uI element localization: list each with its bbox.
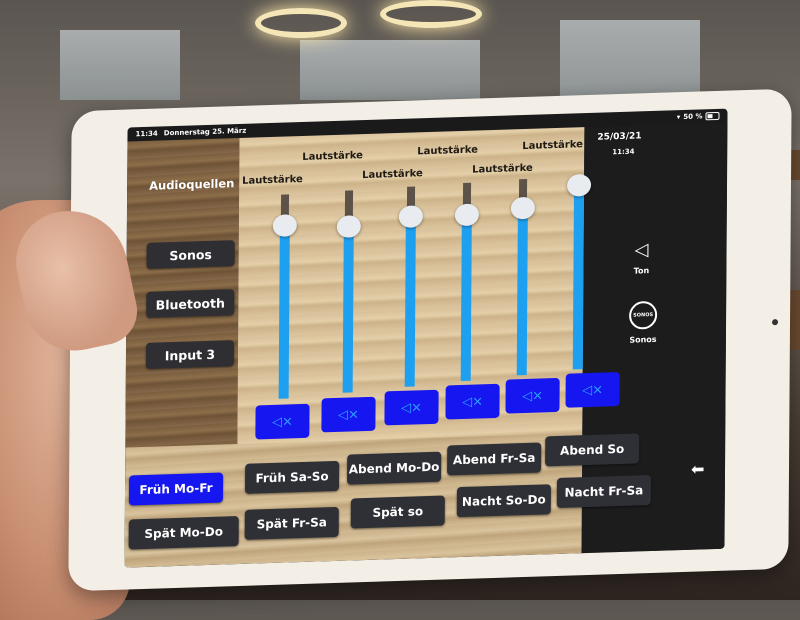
volume-slider[interactable] xyxy=(510,178,535,376)
volume-label: Lautstärke xyxy=(242,173,303,187)
background-window xyxy=(60,30,180,100)
preset-nacht-so-do[interactable]: Nacht So-Do xyxy=(456,484,551,518)
volume-slider[interactable] xyxy=(272,194,297,399)
sidebar-item-sonos[interactable]: SONOS Sonos xyxy=(618,300,668,346)
mute-button[interactable]: ◁× xyxy=(384,389,439,426)
wifi-icon: ▾ xyxy=(676,113,681,122)
slider-fill xyxy=(278,224,290,399)
sidebar-label: Ton xyxy=(633,266,650,276)
sources-heading: Audioquellen xyxy=(149,176,235,193)
status-date: Donnerstag 25. März xyxy=(163,126,247,138)
preset-abend-fr-sa[interactable]: Abend Fr-Sa xyxy=(447,442,542,476)
volume-label: Lautstärke xyxy=(472,162,533,176)
sidebar-item-ton[interactable]: ◁ Ton xyxy=(616,239,666,277)
speaker-mute-icon: ◁× xyxy=(401,399,423,416)
status-time: 11:34 xyxy=(135,129,158,139)
ceiling-lamp xyxy=(380,0,482,28)
slider-fill xyxy=(516,208,528,376)
source-bluetooth-button[interactable]: Bluetooth xyxy=(146,289,235,318)
header-time: 11:34 xyxy=(612,147,635,157)
source-input3-button[interactable]: Input 3 xyxy=(145,340,235,369)
back-arrow-icon[interactable]: ⬅ xyxy=(691,459,705,478)
volume-label: Lautstärke xyxy=(362,168,423,182)
battery-percent: 50 % xyxy=(683,112,703,122)
preset-abend-so[interactable]: Abend So xyxy=(545,433,640,467)
preset-frueh-sa-so[interactable]: Früh Sa-So xyxy=(244,460,340,494)
slider-fill xyxy=(460,214,472,382)
source-sonos-button[interactable]: Sonos xyxy=(146,240,235,269)
volume-label: Lautstärke xyxy=(302,150,363,164)
mute-button[interactable]: ◁× xyxy=(505,377,560,414)
volume-label: Lautstärke xyxy=(417,144,478,158)
speaker-mute-icon: ◁× xyxy=(522,387,544,404)
header-date: 25/03/21 xyxy=(597,131,642,143)
volume-slider[interactable] xyxy=(454,182,479,382)
preset-spaet-mo-do[interactable]: Spät Mo-Do xyxy=(128,516,239,550)
preset-abend-mo-do[interactable]: Abend Mo-Do xyxy=(347,451,442,485)
mute-button[interactable]: ◁× xyxy=(321,396,376,433)
slider-fill xyxy=(572,184,585,370)
sidebar-label: Sonos xyxy=(629,334,657,345)
sonos-logo-icon: SONOS xyxy=(629,300,658,330)
volume-slider[interactable] xyxy=(566,173,592,370)
background-window xyxy=(300,40,480,100)
preset-frueh-mo-fr[interactable]: Früh Mo-Fr xyxy=(128,472,224,506)
speaker-mute-icon: ◁× xyxy=(582,382,604,398)
speaker-mute-icon: ◁× xyxy=(462,393,484,410)
slider-fill xyxy=(404,216,416,387)
mute-button[interactable]: ◁× xyxy=(565,372,620,408)
screen: 11:34 Donnerstag 25. März ▾ 50 % 25/03/2… xyxy=(124,108,728,568)
mute-button[interactable]: ◁× xyxy=(255,403,310,440)
mute-button[interactable]: ◁× xyxy=(445,383,500,420)
camera xyxy=(772,319,779,326)
tablet: 11:34 Donnerstag 25. März ▾ 50 % 25/03/2… xyxy=(68,88,792,592)
volume-slider[interactable] xyxy=(336,190,361,393)
battery-icon xyxy=(705,111,720,121)
speaker-icon: ◁ xyxy=(634,239,649,261)
volume-slider[interactable] xyxy=(398,186,423,387)
preset-spaet-so[interactable]: Spät so xyxy=(350,495,445,529)
ceiling-lamp xyxy=(255,8,347,38)
preset-spaet-fr-sa[interactable]: Spät Fr-Sa xyxy=(244,506,339,540)
preset-nacht-fr-sa[interactable]: Nacht Fr-Sa xyxy=(556,475,652,509)
slider-fill xyxy=(342,226,354,393)
speaker-mute-icon: ◁× xyxy=(337,406,359,423)
volume-label: Lautstärke xyxy=(522,139,583,153)
speaker-mute-icon: ◁× xyxy=(271,413,293,430)
sonos-logo-text: SONOS xyxy=(633,311,654,319)
